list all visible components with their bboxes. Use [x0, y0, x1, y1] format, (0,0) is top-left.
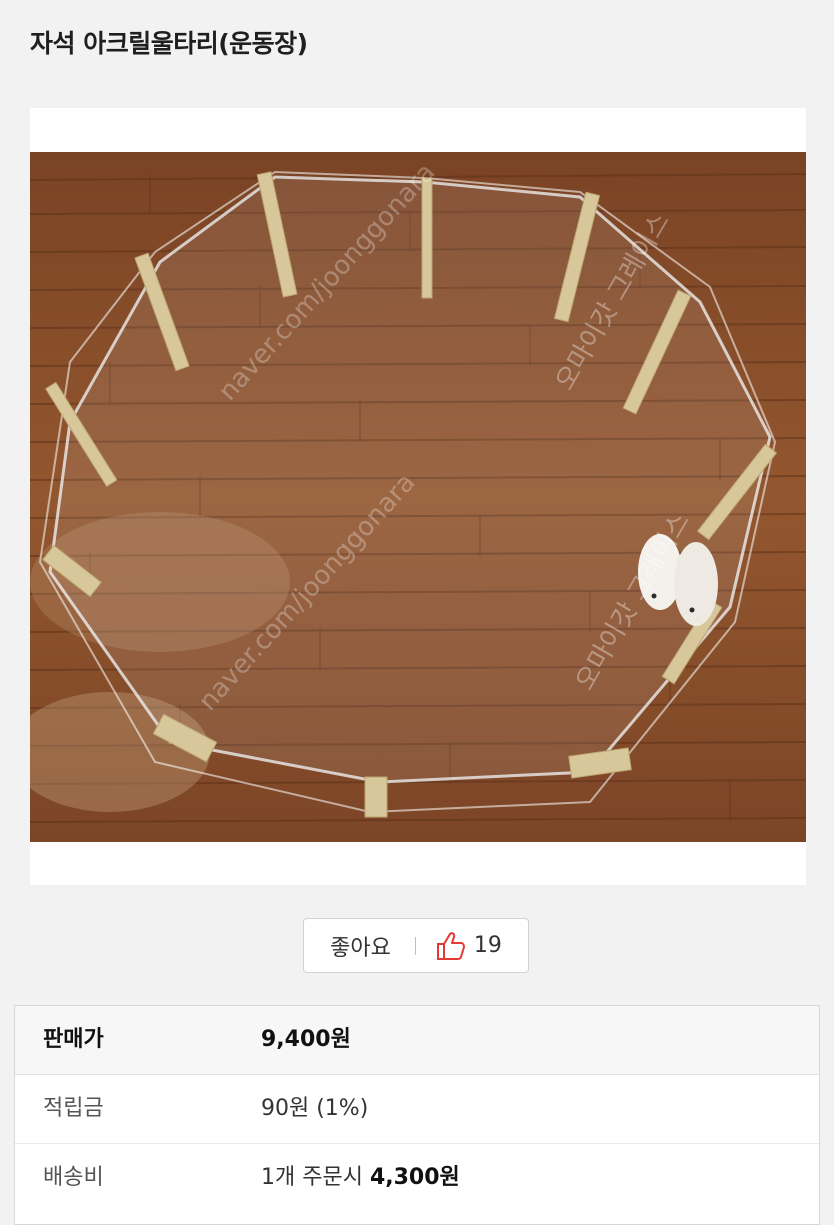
points-value: 90원 (1%): [261, 1096, 369, 1121]
like-count: 19: [473, 933, 502, 958]
thumbs-up-icon: [434, 929, 468, 963]
price-value: 9,400원: [261, 1027, 351, 1052]
price-row: 판매가 9,400원: [15, 1006, 819, 1075]
product-info-table: 판매가 9,400원 적립금 90원 (1%) 배송비 1개 주문시 4,300…: [14, 1005, 820, 1225]
product-image-card: naver.com/joonggonara naver.com/joonggon…: [30, 108, 806, 885]
product-title: 자석 아크릴울타리(운동장): [30, 29, 308, 58]
divider: [414, 936, 416, 955]
product-image[interactable]: naver.com/joonggonara naver.com/joonggon…: [30, 152, 806, 842]
shipping-prefix: 1개 주문시: [261, 1165, 370, 1190]
shipping-row: 배송비 1개 주문시 4,300원: [15, 1144, 819, 1212]
shipping-value-wrap: 1개 주문시 4,300원: [261, 1144, 460, 1212]
shipping-fee: 4,300원: [369, 1165, 460, 1190]
price-label: 판매가: [43, 1027, 104, 1052]
like-label: 좋아요: [330, 935, 391, 961]
like-button[interactable]: 좋아요 19: [303, 918, 529, 973]
points-row: 적립금 90원 (1%): [15, 1075, 819, 1144]
points-label: 적립금: [43, 1096, 104, 1121]
shipping-label: 배송비: [43, 1165, 104, 1190]
